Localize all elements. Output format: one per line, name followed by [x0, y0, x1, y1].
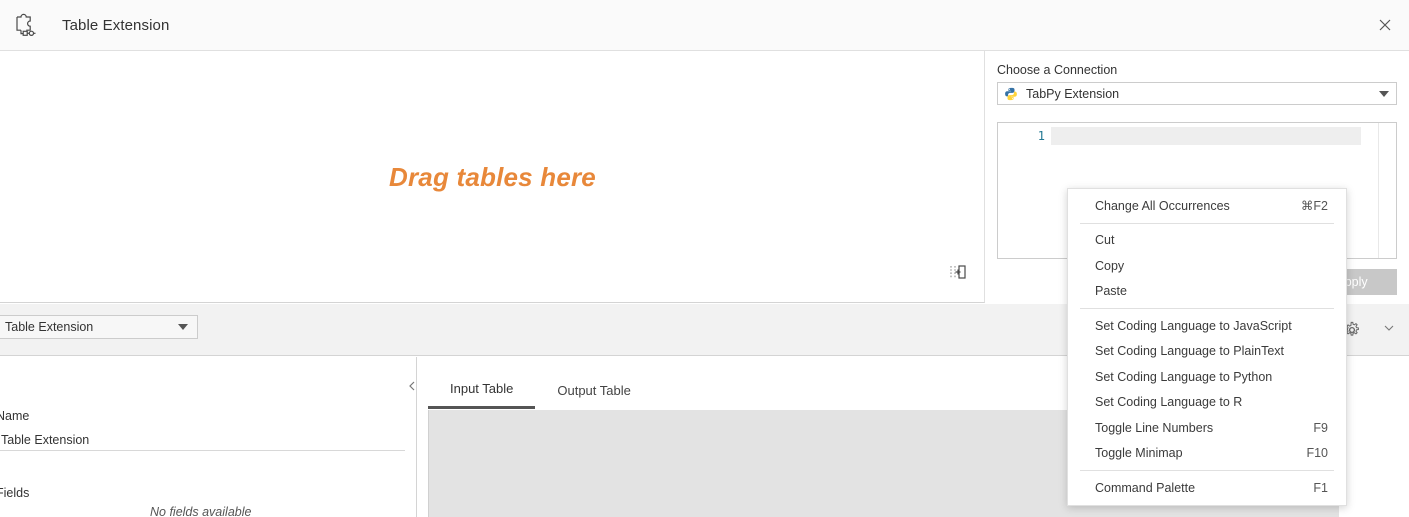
menu-item-copy[interactable]: Copy [1068, 253, 1346, 279]
editor-line-number: 1 [1037, 129, 1045, 143]
menu-item-command-palette[interactable]: Command Palette F1 [1068, 475, 1346, 501]
menu-item-label: Cut [1095, 233, 1115, 248]
menu-item-toggle-minimap[interactable]: Toggle Minimap F10 [1068, 441, 1346, 467]
no-fields-message: No fields available [150, 505, 252, 517]
tab-input-table[interactable]: Input Table [428, 371, 536, 409]
menu-item-toggle-line-numbers[interactable]: Toggle Line Numbers F9 [1068, 415, 1346, 441]
fields-label: Fields [0, 486, 30, 500]
step-selector-dropdown[interactable]: Table Extension [0, 315, 198, 339]
menu-item-label: Set Coding Language to JavaScript [1095, 318, 1292, 333]
menu-item-shortcut: F10 [1306, 446, 1328, 461]
drag-tables-hint: Drag tables here [389, 161, 596, 192]
menu-item-shortcut: ⌘F2 [1300, 199, 1328, 214]
menu-item-set-language-python[interactable]: Set Coding Language to Python [1068, 364, 1346, 390]
python-logo-icon [1004, 87, 1018, 101]
chevron-down-icon [1379, 90, 1389, 97]
menu-item-label: Change All Occurrences [1095, 198, 1230, 213]
close-icon[interactable] [1373, 13, 1397, 37]
menu-item-change-all-occurrences[interactable]: Change All Occurrences ⌘F2 [1068, 193, 1346, 219]
choose-connection-label: Choose a Connection [997, 63, 1118, 77]
name-input[interactable] [0, 429, 405, 451]
menu-item-paste[interactable]: Paste [1068, 279, 1346, 305]
menu-item-label: Command Palette [1095, 480, 1196, 495]
menu-item-label: Paste [1095, 284, 1127, 299]
menu-item-label: Toggle Minimap [1095, 446, 1183, 461]
flow-canvas[interactable]: Drag tables here [0, 51, 985, 303]
chevron-down-icon[interactable] [1383, 321, 1395, 339]
menu-separator [1080, 470, 1334, 471]
menu-separator [1080, 222, 1334, 224]
step-selector-label: Table Extension [5, 320, 94, 334]
insert-step-icon[interactable] [948, 262, 968, 282]
chevron-left-icon[interactable] [402, 376, 422, 396]
menu-item-label: Toggle Line Numbers [1095, 420, 1214, 435]
editor-context-menu: Change All Occurrences ⌘F2 Cut Copy Past… [1067, 188, 1347, 506]
menu-item-set-language-javascript[interactable]: Set Coding Language to JavaScript [1068, 313, 1346, 339]
menu-separator [1080, 308, 1334, 309]
editor-gutter: 1 [998, 123, 1051, 258]
menu-item-shortcut: F1 [1313, 480, 1328, 495]
table-extension-dialog: Table Extension Drag tables here Choose … [0, 0, 1409, 517]
connection-selected-value: TabPy Extension [1026, 86, 1120, 101]
menu-item-cut[interactable]: Cut [1068, 228, 1346, 254]
menu-item-label: Set Coding Language to Python [1095, 369, 1273, 384]
preview-tabs: Input Table Output Table [428, 371, 653, 409]
editor-active-line [1051, 127, 1361, 145]
dialog-titlebar: Table Extension [0, 0, 1409, 51]
name-label: Name [0, 409, 30, 423]
menu-item-set-language-r[interactable]: Set Coding Language to R [1068, 390, 1346, 416]
chevron-down-icon [178, 324, 188, 330]
menu-item-label: Set Coding Language to R [1095, 395, 1243, 410]
menu-item-shortcut: F9 [1313, 420, 1328, 435]
puzzle-piece-icon [10, 8, 44, 42]
tab-output-table[interactable]: Output Table [535, 371, 652, 409]
editor-minimap[interactable] [1378, 123, 1396, 258]
menu-item-set-language-plaintext[interactable]: Set Coding Language to PlainText [1068, 339, 1346, 365]
menu-item-label: Set Coding Language to PlainText [1095, 344, 1285, 359]
connection-dropdown[interactable]: TabPy Extension [997, 82, 1397, 105]
dialog-title: Table Extension [62, 16, 170, 34]
menu-item-label: Copy [1095, 258, 1125, 273]
details-pane: Name Fields No fields available [0, 357, 417, 517]
